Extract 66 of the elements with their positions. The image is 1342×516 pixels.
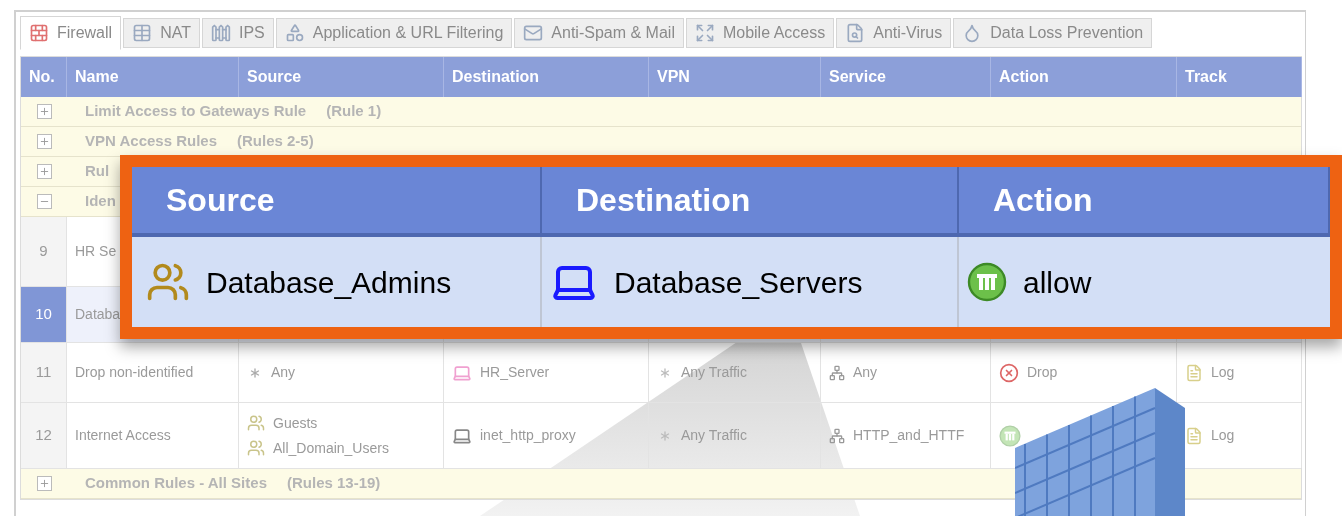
group-title: Rul [85, 161, 110, 182]
vpn-value: Any Traffic [681, 426, 747, 445]
service-object: HTTP_and_HTTF [853, 426, 965, 445]
group-title: Common Rules - All Sites [85, 473, 267, 494]
plus-icon [38, 136, 50, 147]
expand-toggle[interactable] [36, 164, 52, 179]
expand-toggle[interactable] [36, 104, 52, 119]
tab[interactable]: Firewall [20, 16, 122, 50]
users-icon [247, 439, 265, 457]
destination-object: HR_Server [480, 363, 550, 382]
track-value: Log [1211, 363, 1235, 382]
document-icon [1185, 426, 1203, 445]
tab[interactable]: Data Loss Prevention [953, 18, 1153, 48]
source-object: Guests [273, 413, 318, 433]
tab[interactable]: Anti-Spam & Mail [514, 18, 684, 48]
plus-icon [38, 478, 50, 489]
users-icon [247, 414, 265, 432]
expand-icon [694, 23, 715, 43]
group-range: (Rules 2-5) [237, 131, 314, 152]
network-icon [829, 427, 845, 444]
group-title: VPN Access Rules [85, 131, 217, 152]
source-object: Any [271, 363, 296, 382]
rule-number: 11 [34, 362, 53, 383]
file-search-icon [845, 23, 866, 43]
group-title: Iden [85, 191, 116, 212]
rule-number: 9 [38, 241, 49, 262]
rule-name: Databa [75, 305, 122, 324]
group-range: (Rule 1) [326, 101, 382, 122]
tab[interactable]: Mobile Access [685, 18, 835, 48]
plus-icon [38, 166, 50, 177]
expand-toggle[interactable] [36, 194, 52, 209]
vpn-value: Any Traffic [681, 363, 747, 382]
tab[interactable]: NAT [123, 18, 200, 48]
rule-number: 12 [34, 425, 53, 446]
table-icon [132, 23, 153, 43]
column-header: Source [132, 167, 542, 233]
expand-toggle[interactable] [36, 134, 52, 149]
rule-name: HR Se [75, 242, 118, 261]
rule-number: 10 [34, 304, 53, 325]
expand-toggle[interactable] [36, 476, 52, 491]
rule-name: Internet Access [75, 426, 172, 445]
brick-wall-icon [29, 23, 49, 43]
column-header: Destination [542, 167, 959, 233]
plus-icon [38, 106, 50, 117]
group-title: Limit Access to Gateways Rule [85, 101, 307, 122]
tab[interactable]: Anti-Virus [836, 18, 952, 48]
allow-icon [999, 424, 1021, 447]
destination-object: inet_http_proxy [480, 426, 576, 445]
allow-icon [967, 262, 1007, 302]
group-range: (Rules 13-19) [287, 473, 381, 494]
source-object: Database_Admins [206, 264, 452, 301]
tab[interactable]: IPS [201, 18, 274, 48]
fence-icon [210, 23, 231, 43]
action-value: allow [1023, 264, 1092, 301]
tab[interactable]: Application & URL Filtering [275, 18, 513, 48]
column-header: Action [959, 167, 1330, 233]
source-object: All_Domain_Users [273, 438, 389, 458]
network-icon [829, 364, 845, 381]
rule-name: Drop non-identified [75, 363, 195, 382]
document-icon [1185, 363, 1203, 382]
track-value: Log [1211, 426, 1235, 445]
mail-icon [523, 23, 544, 43]
service-object: Any [853, 363, 878, 382]
shapes-icon [284, 23, 305, 43]
destination-object: Database_Servers [614, 264, 863, 301]
action-value: Drop [1027, 363, 1058, 382]
